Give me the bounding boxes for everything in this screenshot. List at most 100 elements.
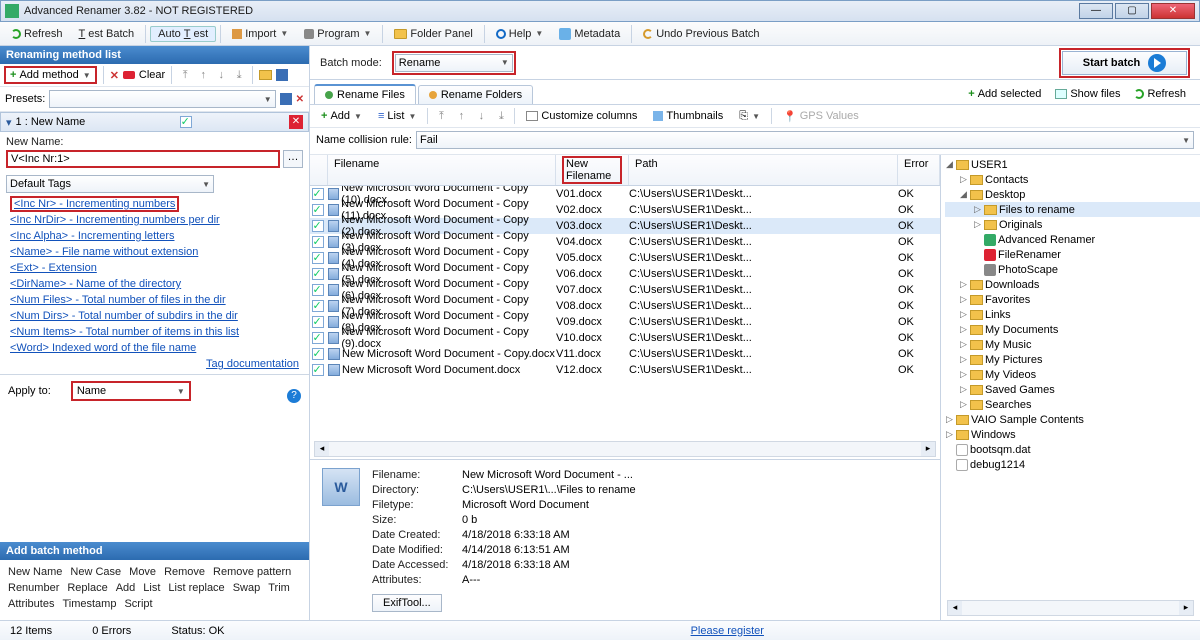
expand-icon[interactable]: ▷ (959, 279, 968, 290)
arrow-down-icon[interactable]: ↓ (474, 109, 488, 123)
batch-method-item[interactable]: Script (124, 598, 152, 610)
batch-method-item[interactable]: Move (129, 566, 156, 578)
batch-method-item[interactable]: Replace (67, 582, 107, 594)
horizontal-scrollbar[interactable]: ◂▸ (314, 441, 936, 457)
expand-icon[interactable]: ▷ (959, 339, 968, 350)
tree-node[interactable]: ▷Windows (945, 427, 1200, 442)
expand-icon[interactable]: ▷ (959, 174, 968, 185)
file-list[interactable]: New Microsoft Word Document - Copy (10).… (310, 186, 940, 439)
tag-link[interactable]: <Inc Alpha> - Incrementing letters (10, 228, 299, 244)
arrow-up-far-icon[interactable]: ⤒ (178, 68, 192, 82)
batch-method-item[interactable]: Add (116, 582, 136, 594)
row-checkbox[interactable] (312, 284, 324, 296)
batch-method-item[interactable]: New Case (70, 566, 121, 578)
expand-icon[interactable]: ▷ (973, 219, 982, 230)
tag-link[interactable]: <Inc NrDir> - Incrementing numbers per d… (10, 212, 299, 228)
collapse-icon[interactable]: ▾ (6, 116, 12, 129)
tab-rename-folders[interactable]: Rename Folders (418, 85, 533, 104)
table-row[interactable]: New Microsoft Word Document.docxV12.docx… (310, 362, 940, 378)
method-close-button[interactable]: ✕ (289, 115, 303, 129)
scroll-right-icon[interactable]: ▸ (1179, 601, 1193, 615)
expand-icon[interactable]: ▷ (945, 414, 954, 425)
list-menu[interactable]: ≡List▼ (373, 109, 421, 123)
add-selected-button[interactable]: +Add selected (964, 87, 1045, 101)
expand-icon[interactable]: ▷ (959, 324, 968, 335)
new-name-input[interactable] (11, 153, 275, 165)
tree-node[interactable]: Advanced Renamer (945, 232, 1200, 247)
tree-node[interactable]: ▷Contacts (945, 172, 1200, 187)
row-checkbox[interactable] (312, 268, 324, 280)
tree-node[interactable]: ▷Links (945, 307, 1200, 322)
row-checkbox[interactable] (312, 332, 324, 344)
maximize-button[interactable]: ▢ (1115, 3, 1149, 19)
program-menu[interactable]: Program▼ (297, 27, 378, 41)
help-icon[interactable]: ? (287, 389, 301, 403)
tag-link[interactable]: <DirName> - Name of the directory (10, 276, 299, 292)
folder-tree[interactable]: ◢USER1▷Contacts◢Desktop▷Files to rename▷… (941, 155, 1200, 474)
col-new-filename[interactable]: New Filename (556, 155, 629, 185)
expand-icon[interactable]: ▷ (959, 399, 968, 410)
apply-to-combo[interactable]: Name▼ (71, 381, 191, 401)
help-menu[interactable]: Help▼ (489, 27, 551, 41)
minimize-button[interactable]: — (1079, 3, 1113, 19)
batch-method-item[interactable]: List replace (168, 582, 224, 594)
tree-node[interactable]: ◢Desktop (945, 187, 1200, 202)
save-preset-icon[interactable] (280, 93, 292, 105)
thumbnails-button[interactable]: Thumbnails (648, 109, 728, 123)
expand-icon[interactable]: ◢ (959, 189, 968, 200)
tag-link[interactable]: <Num Dirs> - Total number of subdirs in … (10, 308, 299, 324)
batch-method-item[interactable]: List (143, 582, 160, 594)
tree-node[interactable]: ▷My Pictures (945, 352, 1200, 367)
arrow-up-icon[interactable]: ↑ (196, 68, 210, 82)
tree-node[interactable]: ▷Favorites (945, 292, 1200, 307)
expand-icon[interactable]: ▷ (959, 384, 968, 395)
tag-documentation-link[interactable]: Tag documentation (206, 358, 299, 370)
arrow-up-icon[interactable]: ↑ (454, 109, 468, 123)
col-path[interactable]: Path (629, 155, 898, 185)
expand-icon[interactable]: ▷ (959, 369, 968, 380)
collision-rule-combo[interactable]: Fail▼ (416, 131, 1194, 149)
expand-icon[interactable]: ◢ (945, 159, 954, 170)
tag-link[interactable]: <Inc Nr> - Incrementing numbers (10, 196, 179, 212)
metadata-button[interactable]: Metadata (552, 27, 627, 41)
undo-button[interactable]: Undo Previous Batch (636, 27, 766, 41)
scroll-left-icon[interactable]: ◂ (315, 442, 329, 456)
refresh-button[interactable]: Refresh (4, 27, 70, 41)
row-checkbox[interactable] (312, 364, 324, 376)
expand-icon[interactable]: ▷ (973, 204, 982, 215)
tree-scrollbar[interactable]: ◂▸ (947, 600, 1194, 616)
row-checkbox[interactable] (312, 348, 324, 360)
expand-icon[interactable]: ▷ (945, 429, 954, 440)
tree-node[interactable]: ▷VAIO Sample Contents (945, 412, 1200, 427)
auto-test-button[interactable]: Auto Test (150, 26, 216, 42)
tree-node[interactable]: bootsqm.dat (945, 442, 1200, 457)
exiftool-button[interactable]: ExifTool... (372, 594, 442, 612)
tree-node[interactable]: ▷My Music (945, 337, 1200, 352)
arrow-down-far-icon[interactable]: ⤓ (494, 109, 508, 123)
row-checkbox[interactable] (312, 220, 324, 232)
tree-node[interactable]: ▷Saved Games (945, 382, 1200, 397)
row-checkbox[interactable] (312, 316, 324, 328)
batch-method-item[interactable]: Remove pattern (213, 566, 291, 578)
save-icon[interactable] (276, 69, 288, 81)
tree-node[interactable]: FileRenamer (945, 247, 1200, 262)
batch-method-item[interactable]: Remove (164, 566, 205, 578)
presets-combo[interactable]: ▼ (49, 90, 275, 108)
batch-method-item[interactable]: Attributes (8, 598, 54, 610)
tree-node[interactable]: ▷My Videos (945, 367, 1200, 382)
tag-link[interactable]: <Ext> - Extension (10, 260, 299, 276)
expand-icon[interactable]: ▷ (959, 309, 968, 320)
scroll-right-icon[interactable]: ▸ (921, 442, 935, 456)
tree-node[interactable]: ▷Files to rename (945, 202, 1200, 217)
table-row[interactable]: New Microsoft Word Document - Copy.docxV… (310, 346, 940, 362)
tree-node[interactable]: PhotoScape (945, 262, 1200, 277)
expand-icon[interactable]: ▷ (959, 294, 968, 305)
row-checkbox[interactable] (312, 204, 324, 216)
row-checkbox[interactable] (312, 188, 324, 200)
scroll-left-icon[interactable]: ◂ (948, 601, 962, 615)
tag-link[interactable]: <Word> Indexed word of the file name (10, 340, 299, 356)
row-checkbox[interactable] (312, 252, 324, 264)
tag-link[interactable]: <Name> - File name without extension (10, 244, 299, 260)
tag-link[interactable]: <Num Items> - Total number of items in t… (10, 324, 299, 340)
register-link[interactable]: Please register (691, 625, 764, 637)
